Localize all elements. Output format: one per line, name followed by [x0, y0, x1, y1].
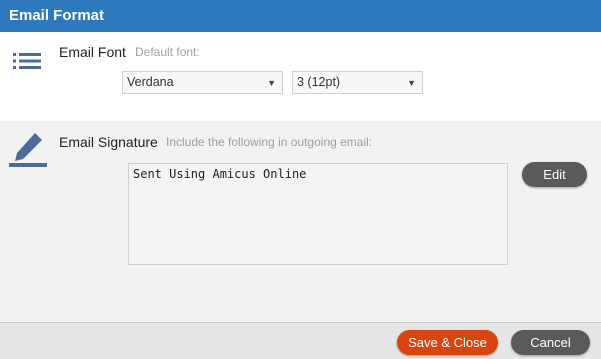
signature-text: Sent Using Amicus Online — [133, 167, 307, 181]
save-close-button[interactable]: Save & Close — [397, 330, 498, 355]
email-font-section: Email Font Default font: Verdana ▼ 3 (12… — [0, 32, 601, 121]
font-family-value: Verdana — [127, 75, 174, 89]
email-signature-label: Email Signature — [59, 134, 158, 150]
signature-textbox[interactable]: Sent Using Amicus Online — [128, 163, 508, 265]
email-signature-section: Email Signature Include the following in… — [0, 121, 601, 322]
font-family-select[interactable]: Verdana ▼ — [122, 71, 283, 94]
email-font-label: Email Font — [59, 44, 126, 60]
edit-button[interactable]: Edit — [522, 162, 587, 187]
pencil-icon — [9, 133, 47, 167]
font-size-select[interactable]: 3 (12pt) ▼ — [292, 71, 423, 94]
cancel-button[interactable]: Cancel — [511, 330, 590, 355]
chevron-down-icon: ▼ — [407, 78, 416, 88]
font-size-value: 3 (12pt) — [297, 75, 341, 89]
signature-hint: Include the following in outgoing email: — [166, 135, 373, 149]
dialog-footer: Save & Close Cancel — [0, 322, 601, 359]
chevron-down-icon: ▼ — [267, 78, 276, 88]
list-icon — [13, 53, 41, 69]
dialog-title: Email Format — [0, 0, 601, 32]
default-font-hint: Default font: — [135, 45, 200, 59]
